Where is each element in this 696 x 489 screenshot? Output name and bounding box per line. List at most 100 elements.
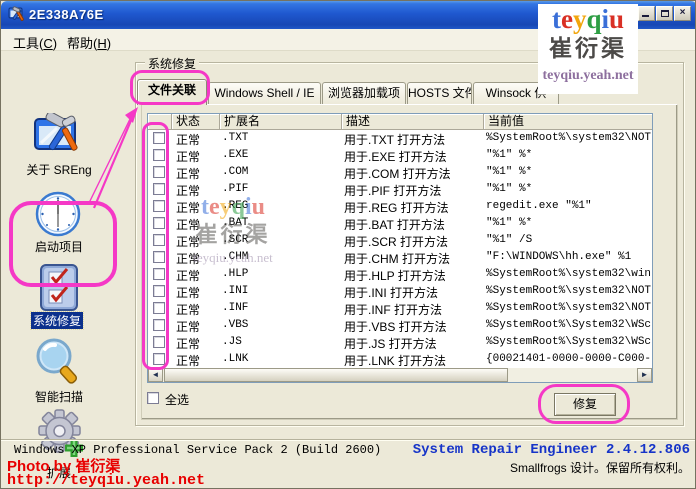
- tab-hosts-file[interactable]: HOSTS 文件: [407, 82, 472, 105]
- cell-desc: 用于.JS 打开方法: [344, 335, 437, 352]
- logo-letter: q: [232, 194, 245, 220]
- menu-help[interactable]: 帮助(H): [63, 32, 115, 53]
- table-row[interactable]: 正常.EXE用于.EXE 打开方法"%1" %*: [148, 147, 652, 164]
- maximize-button[interactable]: [656, 6, 673, 21]
- cell-ext: .HLP: [222, 268, 248, 280]
- sidebar-item-about[interactable]: [31, 113, 87, 159]
- row-checkbox[interactable]: [153, 319, 165, 331]
- menu-tools[interactable]: 工具(C): [9, 32, 61, 53]
- logo-letter: e: [209, 194, 220, 220]
- minimize-icon: [642, 15, 649, 17]
- cell-value: "%1" %*: [486, 149, 532, 161]
- tab-browser-addons[interactable]: 浏览器加载项: [322, 82, 406, 105]
- row-checkbox[interactable]: [153, 200, 165, 212]
- column-header-description[interactable]: 描述: [342, 114, 484, 130]
- row-checkbox[interactable]: [153, 268, 165, 280]
- clock-icon: [34, 191, 82, 237]
- select-all-checkbox[interactable]: [147, 392, 159, 404]
- logo-letter: y: [220, 194, 232, 220]
- logo-letter: q: [586, 4, 601, 34]
- watermark-name: 崔衍渠: [177, 220, 289, 250]
- horizontal-scrollbar[interactable]: ◄ ►: [148, 368, 652, 382]
- cell-value: %SystemRoot%\system32\NOT: [486, 302, 651, 314]
- logo-letter: y: [573, 4, 587, 34]
- repair-button[interactable]: 修复: [554, 393, 616, 416]
- cell-value: %SystemRoot%\System32\WSc: [486, 319, 651, 331]
- tab-file-associations[interactable]: 文件关联: [137, 79, 207, 105]
- cell-desc: 用于.PIF 打开方法: [344, 182, 441, 199]
- logo-letter: t: [201, 194, 209, 220]
- column-header-checkbox[interactable]: [148, 114, 172, 130]
- select-all-label[interactable]: 全选: [165, 391, 189, 408]
- cell-status: 正常: [176, 131, 200, 148]
- cell-value: "F:\WINDOWS\hh.exe" %1: [486, 251, 631, 263]
- cell-status: 正常: [176, 335, 200, 352]
- table-row[interactable]: 正常.VBS用于.VBS 打开方法%SystemRoot%\System32\W…: [148, 317, 652, 334]
- sidebar-item-scan[interactable]: [31, 337, 83, 387]
- designer-credit-text: Smallfrogs 设计。保留所有权利。: [510, 459, 690, 476]
- minimize-button[interactable]: [638, 6, 655, 21]
- table-row[interactable]: 正常.INI用于.INI 打开方法%SystemRoot%\system32\N…: [148, 283, 652, 300]
- logo-letter: u: [609, 4, 624, 34]
- cell-desc: 用于.INF 打开方法: [344, 301, 442, 318]
- sidebar-item-repair[interactable]: [37, 263, 81, 313]
- scroll-right-icon[interactable]: ►: [637, 368, 652, 382]
- sidebar-item-startup[interactable]: [34, 191, 82, 237]
- groupbox-label: 系统修复: [145, 55, 199, 72]
- scrollbar-thumb[interactable]: [164, 368, 508, 382]
- sidebar-label-repair[interactable]: 系统修复: [31, 312, 83, 329]
- teyqiu-logo: teyqiu: [177, 194, 289, 220]
- row-checkbox[interactable]: [153, 285, 165, 297]
- table-row[interactable]: 正常.LNK用于.LNK 打开方法{00021401-0000-0000-C00…: [148, 351, 652, 368]
- cell-status: 正常: [176, 148, 200, 165]
- cell-desc: 用于.CHM 打开方法: [344, 250, 450, 267]
- table-row[interactable]: 正常.JS用于.JS 打开方法%SystemRoot%\System32\WSc: [148, 334, 652, 351]
- cell-desc: 用于.HLP 打开方法: [344, 267, 446, 284]
- table-row[interactable]: 正常.COM用于.COM 打开方法"%1" %*: [148, 164, 652, 181]
- sidebar-label-startup[interactable]: 启动项目: [1, 238, 117, 255]
- row-checkbox[interactable]: [153, 302, 165, 314]
- app-version-text: System Repair Engineer 2.4.12.806: [413, 442, 690, 458]
- row-checkbox[interactable]: [153, 251, 165, 263]
- column-header-status[interactable]: 状态: [172, 114, 220, 130]
- cell-value: "%1" %*: [486, 166, 532, 178]
- logo-letter: u: [252, 194, 265, 220]
- tab-windows-shell-ie[interactable]: Windows Shell / IE: [208, 82, 321, 105]
- logo-letter: i: [601, 4, 609, 34]
- cell-status: 正常: [176, 284, 200, 301]
- repair-checklist-icon: [37, 263, 81, 313]
- row-checkbox[interactable]: [153, 166, 165, 178]
- cell-value: "%1" %*: [486, 217, 532, 229]
- cell-desc: 用于.COM 打开方法: [344, 165, 451, 182]
- row-checkbox[interactable]: [153, 336, 165, 348]
- sidebar-label-scan[interactable]: 智能扫描: [1, 388, 117, 405]
- row-checkbox[interactable]: [153, 234, 165, 246]
- app-icon: [8, 6, 25, 23]
- cell-value: regedit.exe "%1": [486, 200, 592, 212]
- cell-desc: 用于.INI 打开方法: [344, 284, 438, 301]
- cell-value: %SystemRoot%\System32\WSc: [486, 336, 651, 348]
- row-checkbox[interactable]: [153, 149, 165, 161]
- cell-desc: 用于.REG 打开方法: [344, 199, 449, 216]
- window-title: 2E338A76E: [29, 7, 104, 22]
- cell-desc: 用于.SCR 打开方法: [344, 233, 448, 250]
- row-checkbox[interactable]: [153, 183, 165, 195]
- watermark-name: 崔衍渠: [538, 34, 638, 64]
- row-checkbox[interactable]: [153, 132, 165, 144]
- column-header-value[interactable]: 当前值: [484, 114, 653, 130]
- watermark-top-right: teyqiu 崔衍渠 teyqiu.yeah.net: [538, 4, 638, 94]
- cell-status: 正常: [176, 267, 200, 284]
- table-row[interactable]: 正常.HLP用于.HLP 打开方法%SystemRoot%\system32\w…: [148, 266, 652, 283]
- table-row[interactable]: 正常.TXT用于.TXT 打开方法%SystemRoot%\system32\N…: [148, 130, 652, 147]
- cell-value: "%1" %*: [486, 183, 532, 195]
- row-checkbox[interactable]: [153, 217, 165, 229]
- column-header-extension[interactable]: 扩展名: [220, 114, 342, 130]
- sidebar-label-about[interactable]: 关于 SREng: [1, 161, 117, 178]
- scroll-left-icon[interactable]: ◄: [148, 368, 163, 382]
- row-checkbox[interactable]: [153, 353, 165, 365]
- cell-ext: .TXT: [222, 132, 248, 144]
- cell-desc: 用于.VBS 打开方法: [344, 318, 447, 335]
- logo-letter: t: [552, 4, 561, 34]
- table-row[interactable]: 正常.INF用于.INF 打开方法%SystemRoot%\system32\N…: [148, 300, 652, 317]
- close-button[interactable]: ×: [674, 6, 691, 21]
